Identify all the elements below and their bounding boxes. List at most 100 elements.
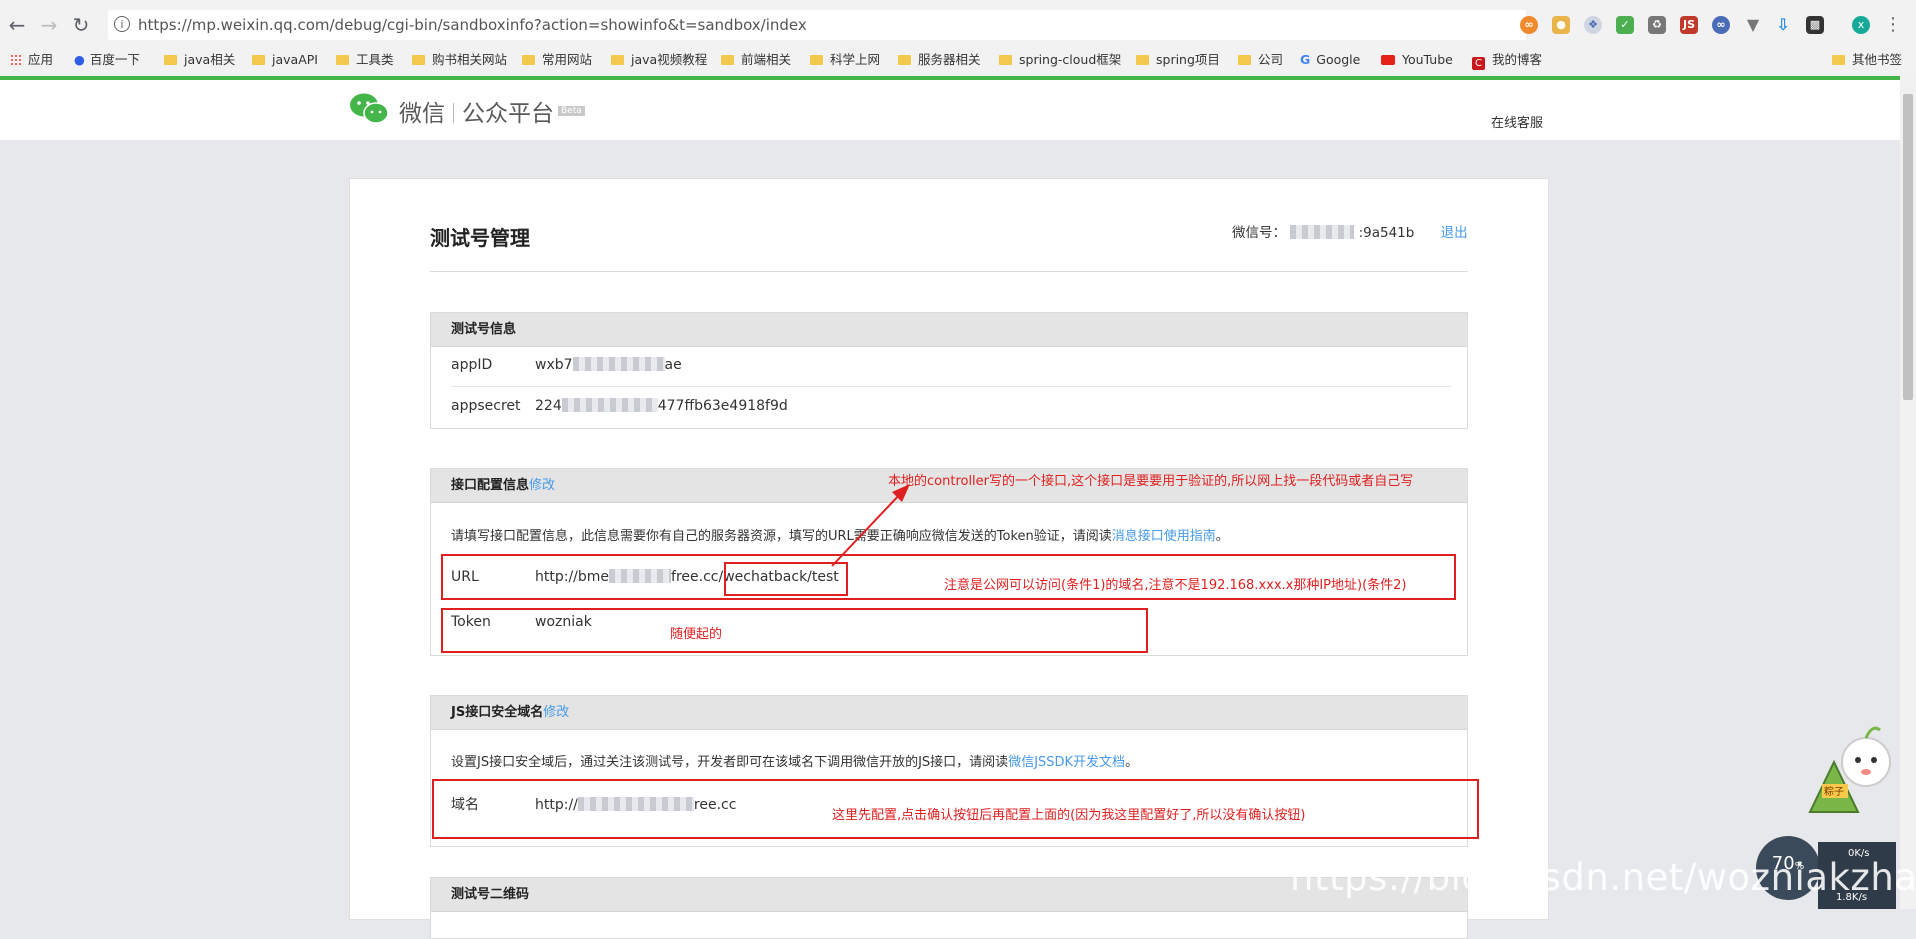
domain-annotation: 这里先配置,点击确认按钮后再配置上面的(因为我这里配置好了,所以没有确认按钮) [832, 808, 1306, 823]
folder-icon [999, 55, 1012, 65]
info-icon[interactable]: i [114, 16, 130, 32]
profile-avatar[interactable]: x [1852, 16, 1870, 34]
extension-arrow-icon[interactable]: ▼ [1744, 16, 1762, 34]
folder-icon [1238, 55, 1251, 65]
back-icon[interactable]: ← [6, 14, 28, 36]
folder-icon [1136, 55, 1149, 65]
folder-icon [611, 55, 624, 65]
edit-interface-link[interactable]: 修改 [529, 478, 555, 493]
bookmark-server[interactable]: 服务器相关 [898, 50, 981, 70]
extension-compass-icon[interactable]: ❖ [1584, 16, 1602, 34]
google-icon: G [1300, 52, 1311, 67]
extension-recycle-icon[interactable]: ♻ [1648, 16, 1666, 34]
extension-js-icon[interactable]: JS [1680, 16, 1698, 34]
mascot-pet[interactable]: 粽子 [1800, 720, 1900, 830]
bookmark-books[interactable]: 购书相关网站 [412, 50, 507, 70]
folder-icon [522, 55, 535, 65]
bookmark-spring[interactable]: spring项目 [1136, 50, 1220, 70]
online-support-link[interactable]: 在线客服 [1491, 112, 1543, 131]
forward-icon[interactable]: → [38, 14, 60, 36]
extension-panel-icon[interactable]: ▩ [1806, 16, 1824, 34]
interface-config-label: 接口配置信息 [451, 478, 530, 493]
appsecret-suffix: 477ffb63e4918f9d [657, 398, 788, 414]
bookmark-apps[interactable]: 应用 [10, 50, 53, 70]
title-divider [430, 271, 1468, 272]
annotation-arrow-icon [831, 484, 910, 567]
bookmark-other[interactable]: 其他书签 [1832, 50, 1902, 70]
bookmark-javaapi[interactable]: javaAPI [252, 50, 318, 70]
edit-js-domain-link[interactable]: 修改 [543, 705, 569, 720]
redacted-text [561, 398, 658, 412]
bookmark-java[interactable]: java相关 [164, 50, 235, 70]
redacted-text [572, 357, 665, 371]
description-text: 请填写接口配置信息，此信息需要你有自己的服务器资源，填写的URL需要正确响应微信… [451, 529, 1112, 544]
js-domain-label: JS接口安全域名 [451, 705, 544, 720]
page-scrollbar[interactable] [1900, 76, 1916, 909]
site-logo-text[interactable]: 微信 公众平台 Beta [399, 94, 585, 128]
youtube-icon [1381, 55, 1395, 65]
folder-icon [1832, 55, 1845, 65]
token-annotation-box [441, 608, 1148, 653]
reload-icon[interactable]: ↻ [70, 14, 92, 36]
bookmark-blog[interactable]: C 我的博客 [1472, 50, 1542, 70]
url-text[interactable]: https://mp.weixin.qq.com/debug/cgi-bin/s… [138, 16, 807, 34]
bookmark-java-video[interactable]: java视频教程 [611, 50, 707, 70]
appid-label: appID [451, 357, 493, 373]
beta-badge: Beta [558, 106, 585, 116]
extension-owl-icon[interactable]: ● [1552, 16, 1570, 34]
baidu-paw-icon: ● [74, 52, 85, 67]
description-end: 。 [1215, 529, 1229, 544]
account-info: 微信号： :9a541b 退出 [1232, 221, 1468, 241]
mascot-icon [1808, 726, 1891, 813]
scroll-thumb[interactable] [1903, 94, 1913, 400]
bookmark-google[interactable]: G Google [1300, 50, 1360, 70]
appid-row: appID wxb7 ae [451, 357, 682, 373]
mascot-label: 粽子 [1824, 787, 1844, 798]
bookmark-company[interactable]: 公司 [1238, 50, 1283, 70]
redacted-text [1290, 225, 1355, 239]
appid-value: wxb7 [535, 357, 573, 373]
appid-suffix: ae [664, 357, 682, 373]
extension-download-icon[interactable]: ⇩ [1774, 16, 1792, 34]
csdn-watermark: https://blog.csdn.net/wozniakzhang [1290, 856, 1916, 899]
extension-infinity-icon[interactable]: ∞ [1520, 16, 1538, 34]
account-label: 微信号： [1232, 225, 1286, 241]
url-annotation: 注意是公网可以访问(条件1)的域名,注意不是192.168.xxx.x那种IP地… [944, 578, 1407, 593]
logout-link[interactable]: 退出 [1441, 225, 1468, 241]
appsecret-label: appsecret [451, 398, 521, 414]
controller-annotation: 本地的controller写的一个接口,这个接口是要要用于验证的,所以网上找一段… [888, 474, 1414, 489]
browser-chrome: ← → ↻ i https://mp.weixin.qq.com/debug/c… [0, 0, 1916, 76]
js-domain-description: 设置JS接口安全域后，通过关注该测试号，开发者即可在该域名下调用微信开放的JS接… [451, 751, 1138, 770]
logo-separator [453, 103, 454, 123]
folder-icon [810, 55, 823, 65]
description-end: 。 [1125, 755, 1139, 770]
bookmark-baidu[interactable]: ● 百度一下 [74, 50, 140, 70]
js-domain-title: JS接口安全域名修改 [431, 696, 1467, 730]
address-row: ← → ↻ i https://mp.weixin.qq.com/debug/c… [0, 8, 1916, 44]
folder-icon [721, 55, 734, 65]
folder-icon [412, 55, 425, 65]
menu-icon[interactable]: ⋮ [1882, 14, 1904, 36]
bookmark-youtube[interactable]: YouTube [1381, 50, 1453, 70]
account-id: :9a541b [1358, 225, 1415, 241]
extension-link-icon[interactable]: ∞ [1712, 16, 1730, 34]
site-header: 微信 公众平台 Beta 在线客服 [0, 80, 1900, 140]
jssdk-doc-link[interactable]: 微信JSSDK开发文档 [1008, 755, 1125, 770]
description-text: 设置JS接口安全域后，通过关注该测试号，开发者即可在该域名下调用微信开放的JS接… [451, 755, 1009, 770]
bookmark-common[interactable]: 常用网站 [522, 50, 592, 70]
logo-subtitle: 公众平台 [462, 101, 554, 127]
bookmark-frontend[interactable]: 前端相关 [721, 50, 791, 70]
extension-shield-icon[interactable]: ✓ [1616, 16, 1634, 34]
bookmark-proxy[interactable]: 科学上网 [810, 50, 880, 70]
address-bar[interactable]: i https://mp.weixin.qq.com/debug/cgi-bin… [108, 10, 1602, 40]
page-title: 测试号管理 [430, 226, 530, 250]
folder-icon [336, 55, 349, 65]
message-api-guide-link[interactable]: 消息接口使用指南 [1112, 529, 1216, 544]
bookmark-tools[interactable]: 工具类 [336, 50, 394, 70]
test-info-title: 测试号信息 [431, 313, 1467, 347]
apps-grid-icon [10, 54, 21, 65]
test-info-panel: 测试号信息 appID wxb7 ae appsecret 224 477ffb63e4… [430, 312, 1468, 429]
bookmark-spring-cloud[interactable]: spring-cloud框架 [999, 50, 1121, 70]
folder-icon [252, 55, 265, 65]
wechat-logo-icon[interactable] [349, 92, 389, 126]
